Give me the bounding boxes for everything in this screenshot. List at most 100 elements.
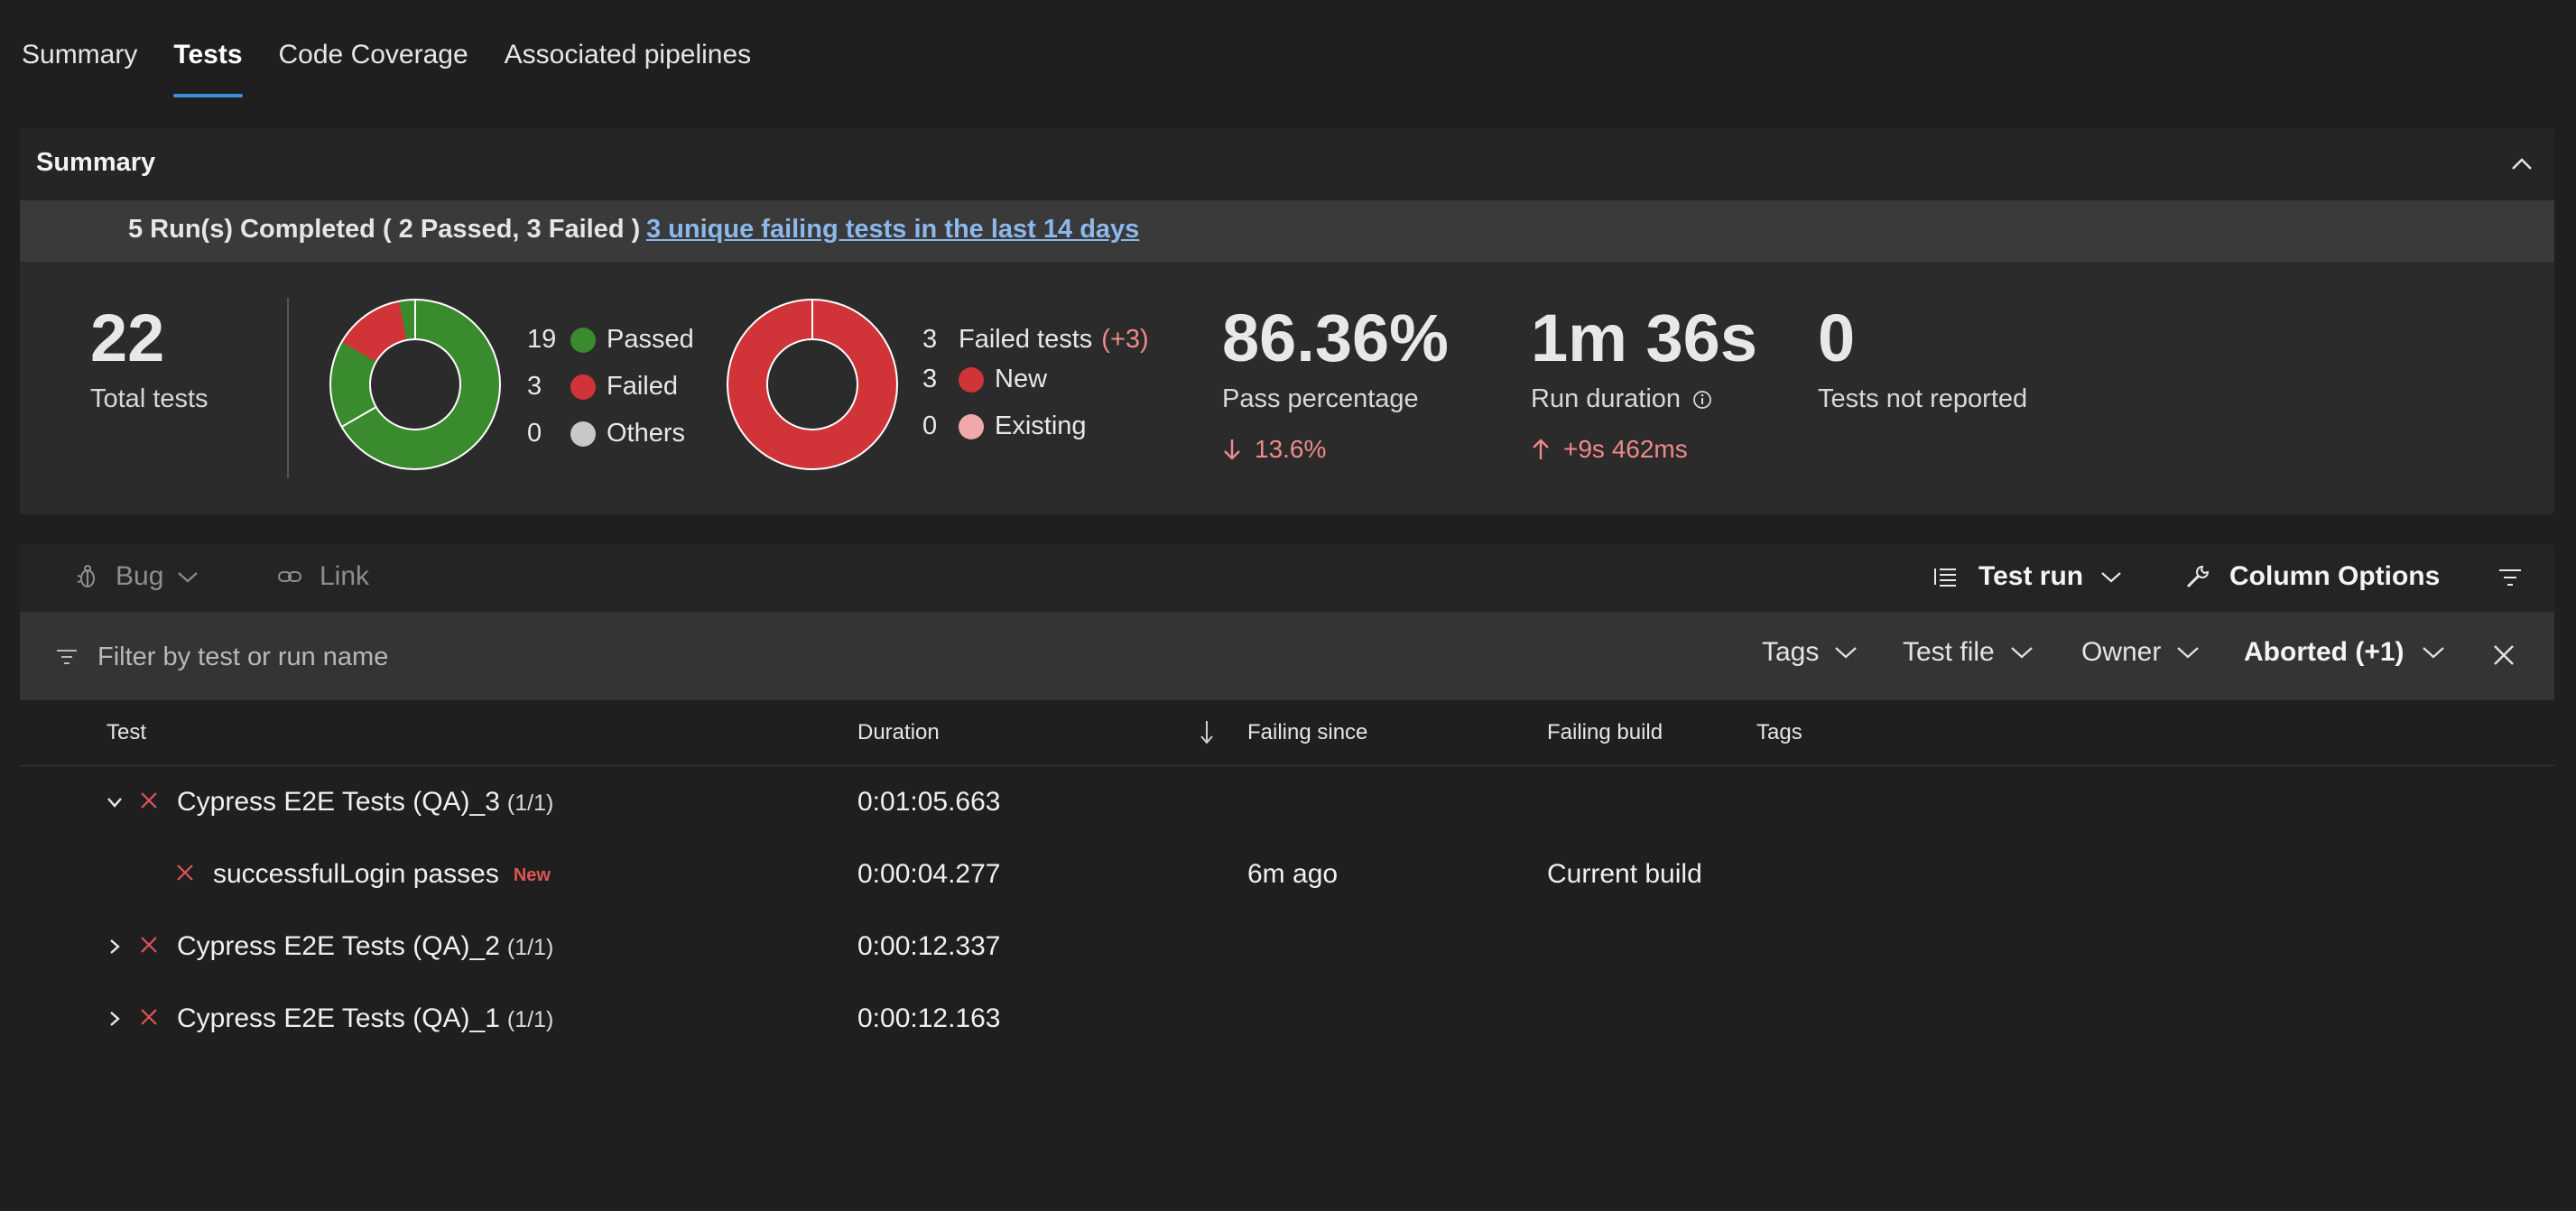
test-file-filter-dropdown[interactable]: Test file — [1903, 637, 2034, 668]
divider — [287, 298, 289, 478]
test-run-name: Cypress E2E Tests (QA)_1 (1/1) — [177, 1003, 554, 1033]
failed-x-icon — [139, 935, 159, 955]
column-options-button[interactable]: Column Options — [2184, 561, 2440, 592]
info-icon[interactable] — [1691, 389, 1713, 411]
chevron-right-icon — [110, 1012, 120, 1026]
arrow-up-icon — [1533, 439, 1549, 459]
test-run-name: Cypress E2E Tests (QA)_3 (1/1) — [177, 787, 554, 817]
chevron-down-icon — [178, 572, 199, 583]
filter-toggle-button[interactable] — [2497, 565, 2524, 590]
failed-x-icon — [175, 863, 195, 883]
chevron-down-icon — [2177, 647, 2200, 659]
legend-passed: 19 Passed — [527, 325, 694, 354]
runs-completed-text: 5 Run(s) Completed ( 2 Passed, 3 Failed … — [128, 215, 641, 244]
duration-cell: 0:00:04.277 — [857, 859, 1001, 889]
failed-tests-header: 3 Failed tests (+3) — [922, 325, 1149, 354]
pass-percentage-label: Pass percentage — [1222, 384, 1419, 413]
close-icon — [2494, 645, 2514, 665]
outcome-donut-chart — [329, 299, 501, 470]
total-tests-value: 22 — [90, 300, 165, 375]
results-toolbar: Bug Link Test run Column Options — [20, 545, 2554, 612]
test-run-group-dropdown[interactable]: Test run — [1932, 561, 2123, 592]
failed-tests-delta: (+3) — [1101, 325, 1149, 354]
failed-x-icon — [139, 790, 159, 810]
new-badge: New — [513, 864, 551, 885]
chevron-right-icon — [110, 939, 120, 954]
tab-bar: Summary Tests Code Coverage Associated p… — [22, 34, 787, 97]
column-header-tags[interactable]: Tags — [1756, 720, 1802, 745]
filter-bar: Filter by test or run name Tags Test fil… — [20, 612, 2554, 700]
filter-input[interactable]: Filter by test or run name — [54, 637, 776, 677]
arrow-down-icon — [1200, 721, 1213, 744]
clear-filters-button[interactable] — [2491, 642, 2516, 668]
list-icon — [1934, 569, 1956, 587]
wrench-icon — [2186, 565, 2210, 588]
column-header-failing-since[interactable]: Failing since — [1247, 720, 1367, 745]
column-header-duration[interactable]: Duration — [857, 720, 940, 745]
arrow-down-icon — [1224, 439, 1240, 460]
table-row[interactable]: successfulLogin passes New 0:00:04.277 6m… — [20, 839, 2554, 911]
chevron-down-icon — [107, 798, 122, 808]
total-tests-label: Total tests — [90, 384, 208, 413]
test-run-name: Cypress E2E Tests (QA)_2 (1/1) — [177, 931, 554, 961]
passed-dot — [570, 327, 596, 353]
bug-icon — [77, 565, 95, 587]
table-row[interactable]: Cypress E2E Tests (QA)_2 (1/1) 0:00:12.33… — [20, 911, 2554, 984]
expand-row-button[interactable] — [105, 1009, 125, 1029]
legend-new: 3 New — [922, 365, 1048, 393]
filter-placeholder: Filter by test or run name — [97, 642, 389, 671]
link-icon — [278, 571, 301, 582]
pass-percentage-value: 86.36% — [1222, 300, 1449, 375]
run-duration-label: Run duration — [1531, 384, 1682, 413]
run-summary-banner: 5 Run(s) Completed ( 2 Passed, 3 Failed … — [20, 200, 2554, 262]
duration-cell: 0:01:05.663 — [857, 787, 1001, 817]
chevron-down-icon — [2101, 572, 2121, 583]
owner-filter-dropdown[interactable]: Owner — [2081, 637, 2201, 668]
outcome-filter-dropdown[interactable]: Aborted (+1) — [2244, 637, 2446, 668]
tests-not-reported-value: 0 — [1818, 300, 1856, 375]
donut-outline-inner — [369, 338, 461, 430]
bug-button[interactable]: Bug — [74, 561, 199, 592]
failed-x-icon — [139, 1007, 159, 1027]
sort-descending-button[interactable] — [1199, 718, 1215, 745]
new-dot — [959, 366, 984, 393]
tab-associated-pipelines[interactable]: Associated pipelines — [505, 34, 752, 97]
expand-row-button[interactable] — [105, 937, 125, 957]
test-name: successfulLogin passes New — [213, 859, 551, 889]
pass-percentage-delta: 13.6% — [1222, 435, 1326, 464]
failing-since-cell: 6m ago — [1247, 859, 1339, 889]
tags-filter-dropdown[interactable]: Tags — [1762, 637, 1858, 668]
legend-others: 0 Others — [527, 419, 686, 448]
filter-icon — [2499, 569, 2521, 586]
existing-dot — [959, 413, 984, 439]
tab-tests[interactable]: Tests — [173, 34, 243, 97]
others-dot — [570, 421, 596, 447]
chevron-down-icon — [2010, 647, 2033, 659]
legend-existing: 0 Existing — [922, 411, 1087, 440]
tab-summary[interactable]: Summary — [22, 34, 137, 97]
unique-failing-tests-link[interactable]: 3 unique failing tests in the last 14 da… — [646, 215, 1139, 245]
summary-header: Summary — [20, 128, 2554, 200]
column-header-failing-build[interactable]: Failing build — [1547, 720, 1663, 745]
filter-icon — [57, 650, 77, 664]
collapse-button[interactable] — [2504, 146, 2540, 182]
tab-code-coverage[interactable]: Code Coverage — [279, 34, 468, 97]
chevron-down-icon — [1835, 647, 1858, 659]
run-duration-label-wrap: Run duration — [1531, 384, 1713, 414]
tests-not-reported-label: Tests not reported — [1818, 384, 2028, 413]
chevron-down-icon — [2422, 647, 2444, 659]
run-duration-delta: +9s 462ms — [1531, 435, 1688, 464]
failed-dot — [570, 374, 596, 400]
table-row[interactable]: Cypress E2E Tests (QA)_1 (1/1) 0:00:12.16… — [20, 984, 2554, 1056]
table-row[interactable]: Cypress E2E Tests (QA)_3 (1/1) 0:01:05.66… — [20, 767, 2554, 839]
table-header: Test Duration Failing since Failing buil… — [20, 702, 2554, 766]
run-duration-value: 1m 36s — [1531, 300, 1757, 375]
column-header-test[interactable]: Test — [107, 720, 146, 745]
summary-card: Summary 5 Run(s) Completed ( 2 Passed, 3… — [20, 128, 2554, 514]
failed-tests-donut-chart — [727, 299, 898, 470]
chevron-up-icon — [2512, 158, 2532, 170]
collapse-row-button[interactable] — [105, 792, 125, 812]
link-button[interactable]: Link — [276, 561, 369, 592]
failing-build-cell: Current build — [1547, 859, 1702, 889]
duration-cell: 0:00:12.337 — [857, 931, 1001, 961]
